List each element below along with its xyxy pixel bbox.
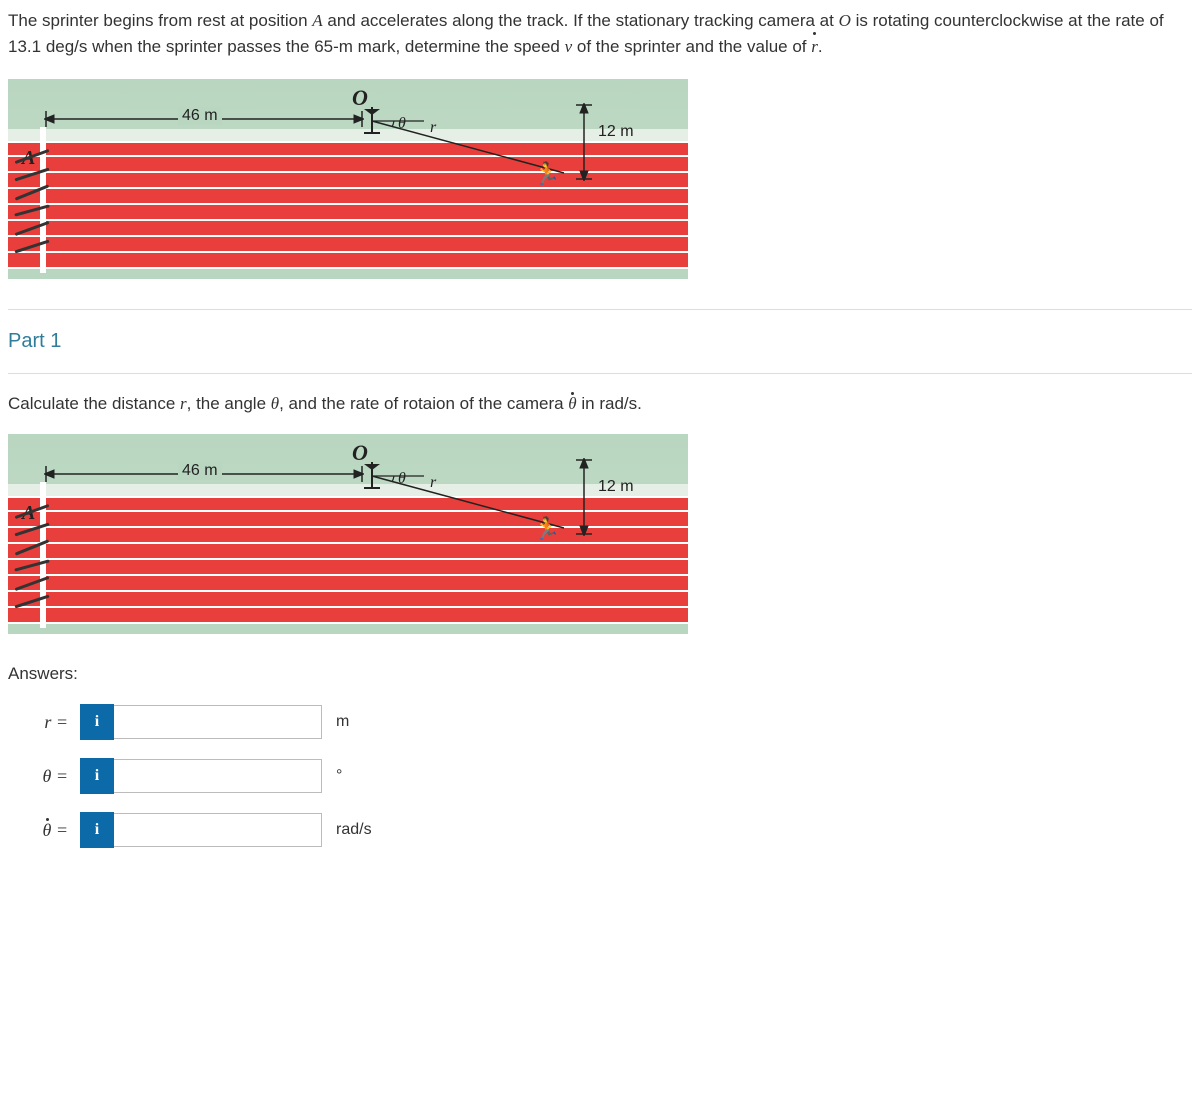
answer-var-r: r =: [8, 712, 80, 733]
mark-value: 65: [314, 37, 333, 56]
divider: [8, 373, 1192, 374]
var-theta-dot: θ: [568, 394, 576, 414]
var-rdot: r: [811, 34, 818, 60]
diagram-top: A 46 m O: [8, 79, 688, 279]
answer-var-theta-dot: θ =: [8, 820, 80, 841]
info-button[interactable]: i: [80, 758, 114, 794]
answer-input-theta[interactable]: [114, 759, 322, 793]
problem-statement: The sprinter begins from rest at positio…: [8, 8, 1192, 59]
dim-12m-arrow: [574, 103, 594, 181]
var-A: A: [312, 11, 322, 30]
text: deg/s when the sprinter passes the: [41, 37, 314, 56]
track-diagram: A 46 m O θ r: [8, 434, 688, 634]
answer-unit-m: m: [336, 713, 349, 731]
label-theta: θ: [394, 470, 410, 488]
part-1-heading: Part 1: [8, 330, 1192, 353]
answer-row-r: r = i m: [8, 704, 1192, 740]
info-button[interactable]: i: [80, 704, 114, 740]
var-O: O: [839, 11, 851, 30]
period: .: [818, 37, 823, 56]
text: , and the rate of rotaion of the camera: [279, 394, 568, 413]
label-theta: θ: [394, 115, 410, 133]
var-r: r: [180, 394, 187, 413]
answer-unit-deg: °: [336, 767, 342, 785]
text: Calculate the distance: [8, 394, 180, 413]
sprinter-icon: 🏃: [533, 516, 560, 542]
answer-unit-rads: rad/s: [336, 821, 372, 839]
answer-var-theta: θ =: [8, 766, 80, 787]
label-r: r: [426, 119, 440, 137]
runners-icon: [14, 502, 54, 622]
diagram-bottom: A 46 m O θ r: [8, 434, 688, 634]
sprinter-icon: 🏃: [533, 161, 560, 187]
track-diagram: A 46 m O: [8, 79, 688, 279]
answer-input-r[interactable]: [114, 705, 322, 739]
divider: [8, 309, 1192, 310]
text: is rotating counterclockwise at the rate…: [851, 11, 1164, 30]
text: and accelerates along the track. If the …: [323, 11, 839, 30]
text: The sprinter begins from rest at positio…: [8, 11, 312, 30]
label-r: r: [426, 474, 440, 492]
var-theta: θ: [271, 394, 279, 413]
rate-value: 13.1: [8, 37, 41, 56]
dim-46m-label: 46 m: [178, 107, 222, 125]
dim-12m-label: 12 m: [594, 478, 638, 496]
answer-row-theta: θ = i °: [8, 758, 1192, 794]
info-button[interactable]: i: [80, 812, 114, 848]
text: in rad/s.: [577, 394, 642, 413]
answer-input-theta-dot[interactable]: [114, 813, 322, 847]
dim-12m-arrow: [574, 458, 594, 536]
runners-icon: [14, 147, 54, 267]
info-icon: i: [95, 821, 99, 839]
text: , the angle: [187, 394, 271, 413]
dim-12m-label: 12 m: [594, 123, 638, 141]
answers-heading: Answers:: [8, 664, 1192, 684]
text: of the sprinter and the value of: [572, 37, 811, 56]
answer-row-theta-dot: θ = i rad/s: [8, 812, 1192, 848]
info-icon: i: [95, 713, 99, 731]
info-icon: i: [95, 767, 99, 785]
dim-46m-label: 46 m: [178, 462, 222, 480]
part-1-instruction: Calculate the distance r, the angle θ, a…: [8, 394, 1192, 414]
text: -m mark, determine the speed: [333, 37, 564, 56]
